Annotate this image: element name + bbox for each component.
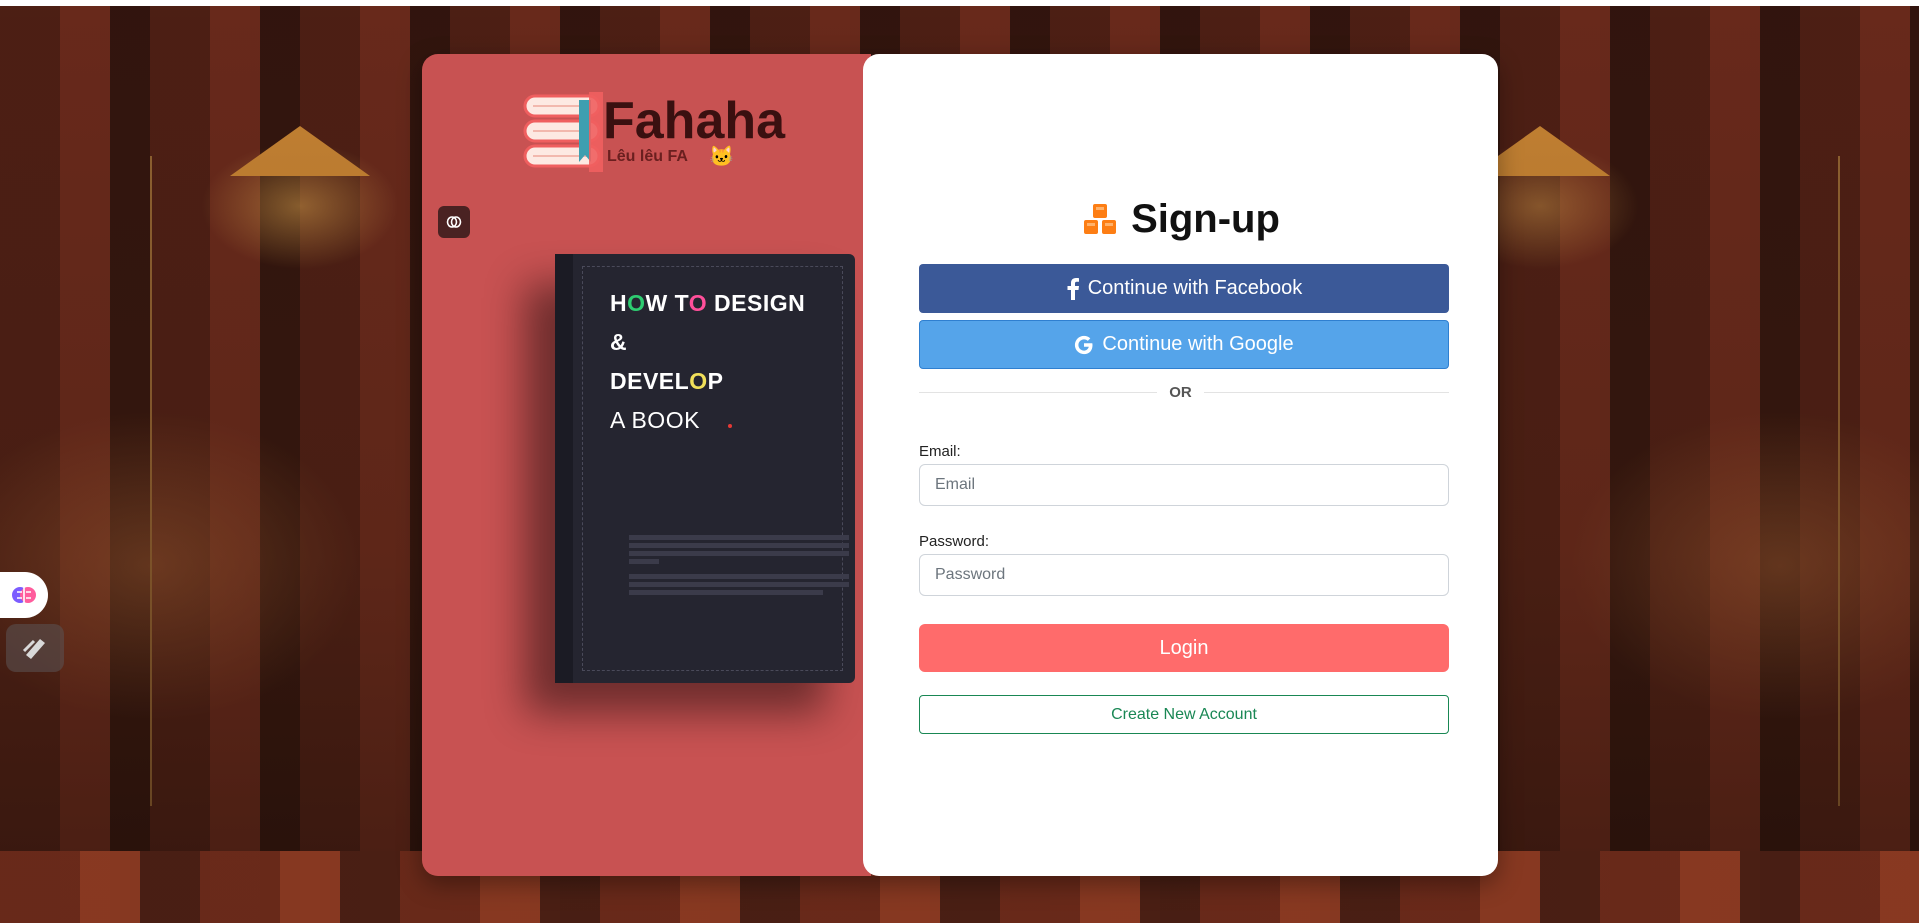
- book-text: W T: [645, 290, 689, 316]
- continue-facebook-button[interactable]: Continue with Facebook: [919, 264, 1449, 313]
- brain-widget-button[interactable]: [0, 572, 48, 618]
- placeholder-text-bar: [629, 535, 849, 540]
- brain-icon: [12, 587, 36, 603]
- divider: OR: [863, 384, 1498, 402]
- email-field[interactable]: [919, 464, 1449, 506]
- cubes-icon: [1084, 203, 1117, 234]
- book-line-4: A BOOK: [610, 407, 700, 433]
- facebook-icon: [1067, 277, 1079, 300]
- placeholder-text-bar: [629, 543, 849, 548]
- book-letter-o-green: O: [627, 290, 646, 316]
- cat-emoji-icon: 🐱: [709, 146, 734, 168]
- google-button-label: Continue with Google: [1102, 333, 1294, 355]
- book-spine: [555, 254, 573, 683]
- auth-card: Fahaha Lêu lêu FA 🐱 HOW TO DESIGN & DEVE…: [422, 54, 1498, 876]
- placeholder-text-bar: [629, 559, 659, 564]
- placeholder-text-bar: [629, 582, 849, 587]
- lamp-shade-left: [230, 126, 370, 176]
- book-letter-o-yellow: O: [689, 368, 708, 394]
- signup-heading: Sign-up: [863, 197, 1498, 242]
- brain-badge-button[interactable]: [438, 206, 470, 238]
- login-button[interactable]: Login: [919, 624, 1449, 672]
- login-button-label: Login: [1159, 636, 1209, 659]
- brand-logo[interactable]: Fahaha Lêu lêu FA 🐱: [521, 90, 821, 180]
- create-account-button[interactable]: Create New Account: [919, 695, 1449, 734]
- password-field[interactable]: [919, 554, 1449, 596]
- placeholder-text-bar: [629, 590, 823, 595]
- book-text: H: [610, 290, 628, 316]
- pen-icon: [22, 639, 45, 659]
- facebook-button-label: Continue with Facebook: [1087, 277, 1303, 299]
- continue-google-button[interactable]: Continue with Google: [919, 320, 1449, 369]
- book-illustration: HOW TO DESIGN & DEVELOP A BOOK: [555, 254, 855, 683]
- book-letter-o-pink: O: [688, 290, 708, 316]
- book-line-1: HOW TO DESIGN: [610, 290, 805, 317]
- book-cover-frame: HOW TO DESIGN & DEVELOP A BOOK: [582, 266, 849, 671]
- password-label: Password:: [919, 533, 990, 550]
- book-text: DEVEL: [610, 368, 690, 394]
- brain-small-icon: [446, 216, 462, 228]
- lamp-pole-right: [1838, 156, 1840, 806]
- placeholder-text-bar: [629, 551, 849, 556]
- create-account-label: Create New Account: [1111, 705, 1257, 723]
- signup-panel: Sign-up Continue with Facebook Continue …: [863, 54, 1498, 876]
- placeholder-text-bar: [629, 574, 849, 579]
- books-logo-icon: [523, 92, 603, 172]
- divider-label: OR: [1157, 384, 1204, 401]
- promo-panel: Fahaha Lêu lêu FA 🐱 HOW TO DESIGN & DEVE…: [422, 54, 871, 876]
- lamp-pole-left: [150, 156, 152, 806]
- book-text: DESIGN: [707, 290, 806, 316]
- email-label: Email:: [919, 443, 961, 460]
- page-title: Sign-up: [1131, 197, 1280, 241]
- pen-widget-button[interactable]: [6, 624, 64, 672]
- brand-tagline: Lêu lêu FA: [607, 148, 688, 165]
- brand-name: Fahaha: [603, 92, 786, 150]
- book-line-3: DEVELOP: [610, 368, 723, 395]
- google-icon: [1075, 335, 1093, 354]
- book-line-2: &: [610, 329, 627, 355]
- red-dot: [728, 424, 732, 428]
- book-text: P: [707, 368, 724, 394]
